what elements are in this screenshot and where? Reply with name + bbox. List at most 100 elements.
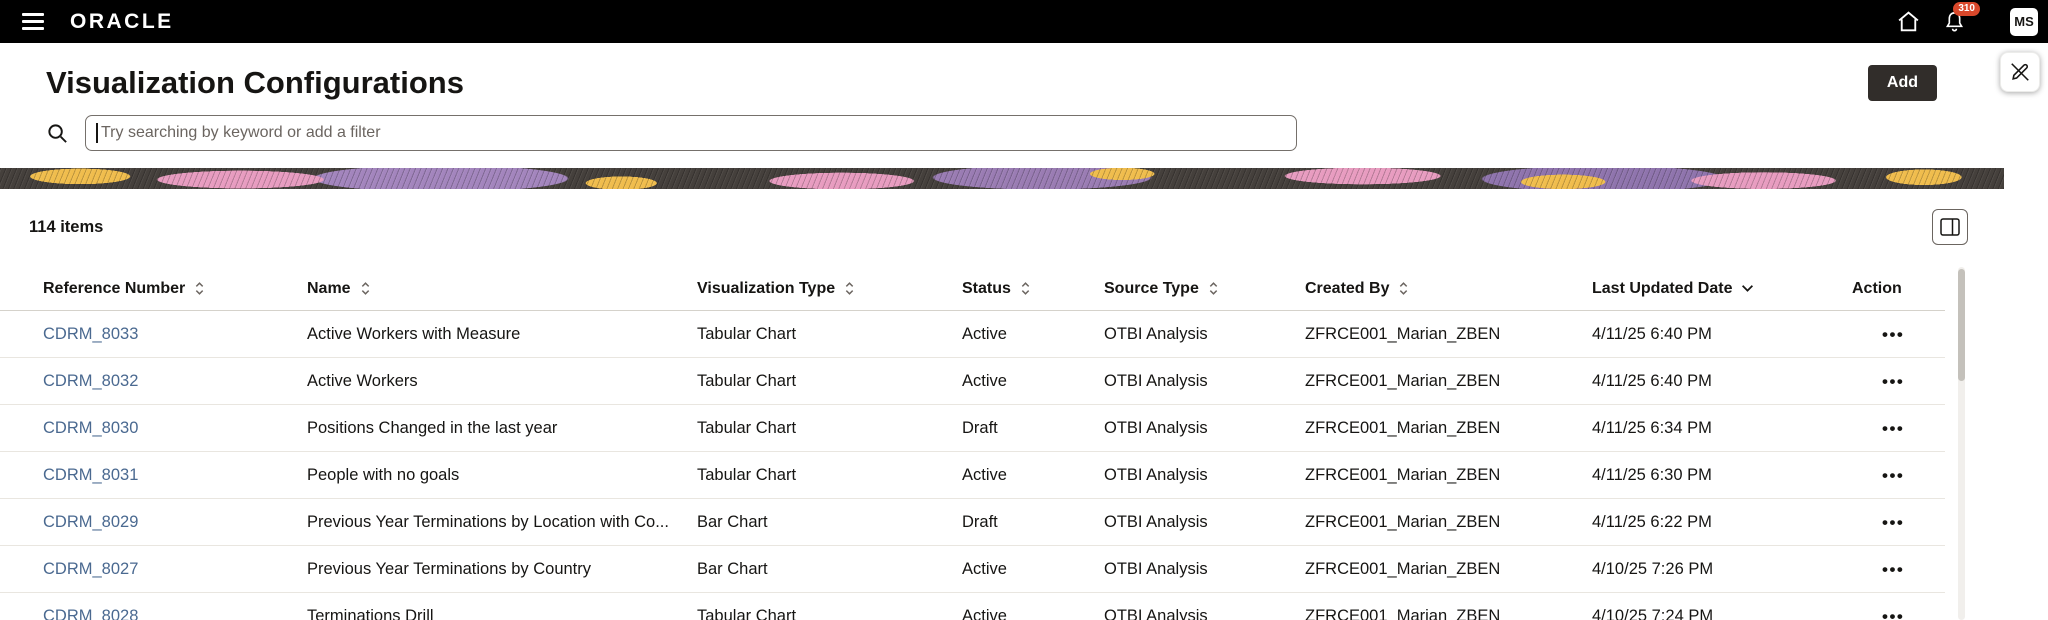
column-label: Created By	[1305, 279, 1390, 297]
search-input-wrap	[85, 115, 1297, 151]
cell-status: Draft	[962, 418, 998, 437]
cell-status: Active	[962, 559, 1007, 578]
column-header-action: Action	[1852, 280, 1945, 298]
cell-status: Active	[962, 324, 1007, 343]
cell-created-by: ZFRCE001_Marian_ZBEN	[1305, 418, 1501, 437]
cell-name: Previous Year Terminations by Country	[307, 559, 592, 578]
cell-visualization-type: Tabular Chart	[697, 465, 797, 484]
page-header: Visualization Configurations Add	[0, 43, 2048, 103]
sort-icon	[1208, 280, 1219, 297]
row-actions-button[interactable]: •••	[1880, 604, 1906, 620]
cell-created-by: ZFRCE001_Marian_ZBEN	[1305, 512, 1501, 531]
notification-count-badge: 310	[1953, 2, 1980, 16]
cell-last-updated: 4/11/25 6:30 PM	[1592, 465, 1712, 484]
sort-icon	[1398, 280, 1409, 297]
reference-number-link[interactable]: CDRM_8028	[43, 607, 138, 620]
cell-name: Active Workers with Measure	[307, 324, 521, 343]
sort-icon	[360, 280, 371, 297]
cell-visualization-type: Tabular Chart	[697, 371, 797, 390]
column-label: Reference Number	[43, 279, 186, 297]
cell-source-type: OTBI Analysis	[1104, 465, 1208, 484]
cell-visualization-type: Bar Chart	[697, 512, 768, 531]
cell-name: Positions Changed in the last year	[307, 418, 558, 437]
edit-mode-toggle-button[interactable]	[2000, 52, 2040, 92]
column-label: Action	[1852, 279, 1902, 297]
row-actions-button[interactable]: •••	[1880, 557, 1906, 582]
column-header-reference-number[interactable]: Reference Number	[43, 280, 307, 298]
reference-number-link[interactable]: CDRM_8031	[43, 466, 138, 484]
oracle-logo: ORACLE	[70, 9, 174, 33]
cell-last-updated: 4/11/25 6:40 PM	[1592, 324, 1712, 343]
cell-last-updated: 4/11/25 6:34 PM	[1592, 418, 1712, 437]
row-actions-button[interactable]: •••	[1880, 322, 1906, 347]
cell-status: Active	[962, 606, 1007, 620]
configurations-table: Reference Number Name Visualization Type…	[0, 267, 2048, 620]
search-icon	[46, 122, 69, 145]
search-input[interactable]	[85, 115, 1297, 151]
pencil-slash-icon	[2009, 61, 2031, 83]
cell-source-type: OTBI Analysis	[1104, 418, 1208, 437]
row-actions-button[interactable]: •••	[1880, 416, 1906, 441]
decorative-banner	[0, 168, 2004, 189]
table-row: CDRM_8032 Active Workers Tabular Chart A…	[0, 358, 1945, 405]
cell-created-by: ZFRCE001_Marian_ZBEN	[1305, 559, 1501, 578]
cell-source-type: OTBI Analysis	[1104, 559, 1208, 578]
table-row: CDRM_8033 Active Workers with Measure Ta…	[0, 311, 1945, 358]
cell-source-type: OTBI Analysis	[1104, 606, 1208, 620]
page-title: Visualization Configurations	[46, 65, 464, 100]
table-scrollbar-track[interactable]	[1958, 267, 1965, 620]
cell-status: Draft	[962, 512, 998, 531]
column-label: Visualization Type	[697, 279, 836, 297]
table-row: CDRM_8030 Positions Changed in the last …	[0, 405, 1945, 452]
reference-number-link[interactable]: CDRM_8032	[43, 372, 138, 390]
reference-number-link[interactable]: CDRM_8027	[43, 560, 138, 578]
column-label: Last Updated Date	[1592, 279, 1733, 297]
global-header: ORACLE 310 MS	[0, 0, 2048, 43]
column-label: Status	[962, 279, 1011, 297]
reference-number-link[interactable]: CDRM_8030	[43, 419, 138, 437]
cell-name: Terminations Drill	[307, 606, 434, 620]
column-header-status[interactable]: Status	[962, 280, 1104, 298]
text-cursor	[96, 123, 98, 143]
sort-desc-icon	[1741, 284, 1754, 293]
column-header-visualization-type[interactable]: Visualization Type	[697, 280, 962, 298]
sort-icon	[194, 280, 205, 297]
table-header-row: Reference Number Name Visualization Type…	[0, 267, 1945, 311]
items-count: 114 items	[29, 217, 104, 236]
cell-visualization-type: Tabular Chart	[697, 606, 797, 620]
row-actions-button[interactable]: •••	[1880, 463, 1906, 488]
cell-visualization-type: Bar Chart	[697, 559, 768, 578]
user-avatar[interactable]: MS	[2010, 7, 2038, 36]
home-icon[interactable]	[1896, 10, 1921, 33]
cell-last-updated: 4/11/25 6:22 PM	[1592, 512, 1712, 531]
cell-source-type: OTBI Analysis	[1104, 512, 1208, 531]
table-row: CDRM_8029 Previous Year Terminations by …	[0, 499, 1945, 546]
sort-icon	[844, 280, 855, 297]
hamburger-menu-icon[interactable]	[22, 13, 44, 30]
cell-name: People with no goals	[307, 465, 460, 484]
row-actions-button[interactable]: •••	[1880, 510, 1906, 535]
table-scrollbar-thumb[interactable]	[1958, 269, 1965, 381]
notifications: 310	[1943, 2, 1980, 34]
cell-created-by: ZFRCE001_Marian_ZBEN	[1305, 606, 1501, 620]
column-header-source-type[interactable]: Source Type	[1104, 280, 1305, 298]
column-header-created-by[interactable]: Created By	[1305, 280, 1592, 298]
table-row: CDRM_8031 People with no goals Tabular C…	[0, 452, 1945, 499]
column-header-name[interactable]: Name	[307, 280, 697, 298]
manage-columns-button[interactable]	[1932, 209, 1968, 245]
cell-status: Active	[962, 465, 1007, 484]
cell-last-updated: 4/11/25 6:40 PM	[1592, 371, 1712, 390]
column-label: Source Type	[1104, 279, 1199, 297]
cell-status: Active	[962, 371, 1007, 390]
reference-number-link[interactable]: CDRM_8033	[43, 325, 138, 343]
cell-source-type: OTBI Analysis	[1104, 324, 1208, 343]
cell-created-by: ZFRCE001_Marian_ZBEN	[1305, 465, 1501, 484]
reference-number-link[interactable]: CDRM_8029	[43, 513, 138, 531]
table-row: CDRM_8027 Previous Year Terminations by …	[0, 546, 1945, 593]
add-button[interactable]: Add	[1867, 65, 1937, 101]
cell-name: Previous Year Terminations by Location w…	[307, 512, 669, 531]
header-actions: 310 MS	[1896, 2, 2038, 36]
column-header-last-updated-date[interactable]: Last Updated Date	[1592, 280, 1852, 298]
row-actions-button[interactable]: •••	[1880, 369, 1906, 394]
cell-name: Active Workers	[307, 371, 418, 390]
